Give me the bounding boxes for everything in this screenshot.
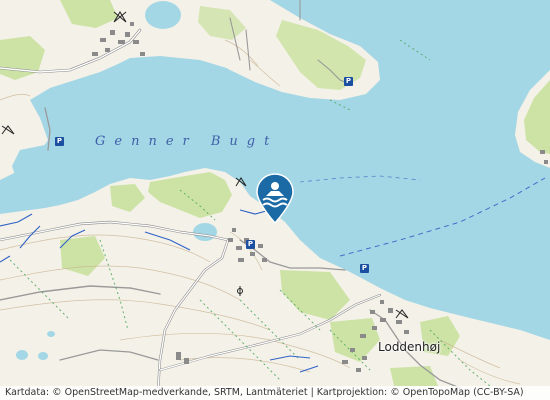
- swimming-location-marker[interactable]: [254, 172, 296, 224]
- swimming-icon: [256, 173, 294, 224]
- parking-sign: P: [344, 77, 353, 86]
- map-view[interactable]: P P P P Genner Bugt Loddenhøj Kartdata: …: [0, 0, 550, 400]
- parking-sign: P: [360, 264, 369, 273]
- bay-label: Genner Bugt: [95, 134, 279, 149]
- small-pond: [38, 352, 48, 360]
- small-lake: [193, 223, 217, 241]
- small-lake: [145, 1, 181, 29]
- map-attribution: Kartdata: © OpenStreetMap-medverkande, S…: [0, 386, 550, 400]
- small-pond: [16, 350, 28, 360]
- small-pond: [47, 331, 55, 337]
- forest-area: [390, 366, 438, 386]
- parking-sign: P: [246, 240, 255, 249]
- parking-sign: P: [55, 137, 64, 146]
- place-label: Loddenhøj: [378, 340, 441, 354]
